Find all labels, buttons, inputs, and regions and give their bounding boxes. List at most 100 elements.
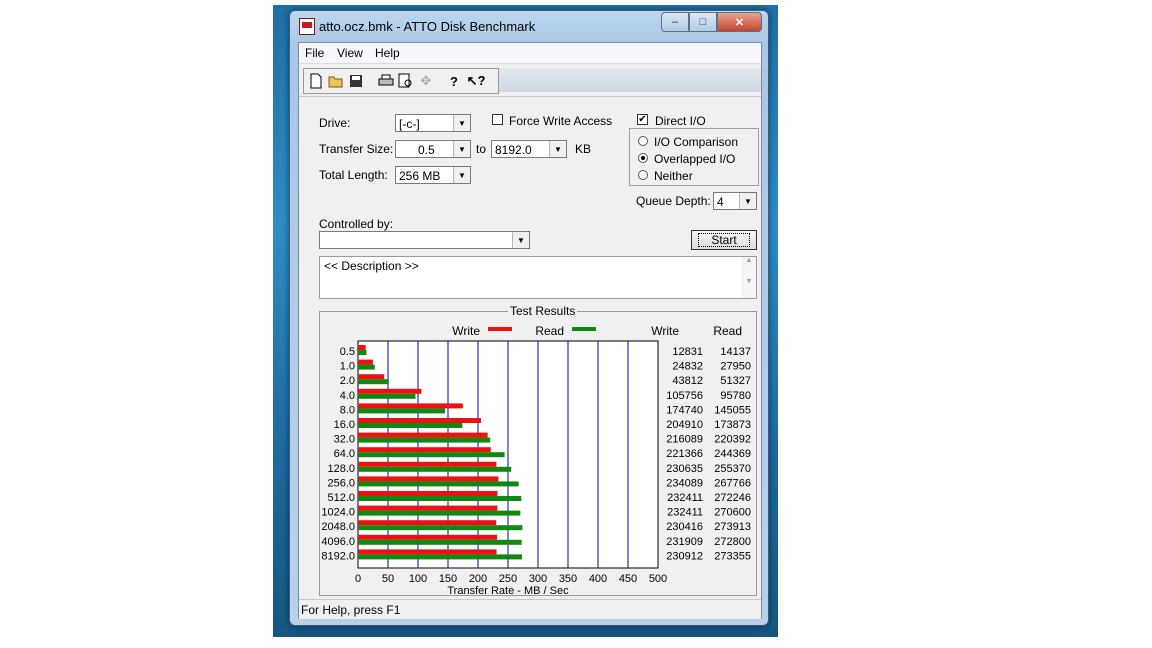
read-bar [358, 423, 463, 428]
menu-file[interactable]: File [305, 46, 324, 60]
transfer-to-value: 8192.0 [495, 143, 532, 157]
write-bar [358, 505, 498, 511]
write-bar [358, 461, 497, 467]
row-label: 0.5 [340, 346, 355, 358]
help-icon[interactable]: ? [444, 71, 464, 91]
transfer-from-select[interactable]: 0.5 ▼ [395, 140, 471, 158]
overlapped-io-label[interactable]: Overlapped I/O [654, 152, 735, 166]
read-value: 27950 [720, 361, 751, 373]
start-button[interactable]: Start [691, 230, 757, 250]
drive-value: [-c-] [399, 117, 420, 131]
read-value: 267766 [714, 477, 751, 489]
neither-radio[interactable] [638, 170, 648, 180]
write-value: 174740 [666, 404, 703, 416]
read-value: 145055 [714, 404, 751, 416]
chevron-down-icon[interactable]: ▼ [453, 141, 470, 157]
chevron-down-icon[interactable]: ▼ [453, 167, 470, 183]
write-bar [358, 476, 499, 482]
write-bar [358, 345, 366, 350]
legend-read-label: Read [535, 324, 564, 338]
read-value: 220392 [714, 434, 751, 446]
read-value: 273913 [714, 521, 751, 533]
app-icon[interactable] [299, 18, 315, 35]
kb-label: KB [575, 142, 592, 156]
test-results-group: Test Results Write Read Write Read 0.5 12831 1… [319, 304, 757, 596]
transfer-size-label: Transfer Size: [319, 142, 394, 156]
row-label: 1024.0 [321, 507, 355, 519]
status-text: For Help, press F1 [301, 603, 401, 617]
io-comparison-label[interactable]: I/O Comparison [654, 135, 738, 149]
controlled-by-select[interactable]: ▼ [319, 231, 530, 249]
force-write-checkbox[interactable] [492, 114, 503, 125]
chevron-down-icon[interactable]: ▼ [512, 232, 529, 248]
x-tick-label: 0 [355, 573, 361, 585]
legend-write-label: Write [452, 324, 480, 338]
chevron-down-icon[interactable]: ▼ [739, 193, 756, 209]
direct-io-checkbox[interactable]: ✔ [637, 114, 648, 125]
read-bar [358, 379, 389, 385]
read-value: 95780 [720, 390, 751, 402]
total-length-select[interactable]: 256 MB ▼ [395, 166, 471, 184]
row-label: 8192.0 [321, 550, 355, 562]
menu-help[interactable]: Help [375, 46, 400, 60]
write-bar [358, 491, 498, 496]
write-value: 230912 [666, 550, 703, 562]
title-bar[interactable]: atto.ocz.bmk - ATTO Disk Benchmark ‒ □ ✕ [290, 11, 768, 41]
description-text: << Description >> [324, 259, 419, 273]
read-bar [358, 437, 491, 443]
description-field[interactable]: << Description >> ▲ ▼ [319, 256, 757, 299]
open-icon[interactable] [326, 71, 346, 91]
read-value: 244369 [714, 448, 751, 460]
x-axis-label: Transfer Rate - MB / Sec [447, 585, 569, 595]
save-icon[interactable] [346, 71, 366, 91]
queue-depth-value: 4 [717, 195, 724, 209]
write-bar [358, 432, 488, 438]
write-value: 221366 [666, 448, 703, 460]
transfer-from-value: 0.5 [418, 143, 435, 157]
write-bar [358, 388, 422, 394]
row-label: 32.0 [334, 434, 355, 446]
print-icon[interactable] [376, 71, 396, 91]
row-label: 4096.0 [321, 536, 355, 548]
io-comparison-radio[interactable] [638, 136, 648, 146]
write-bar [358, 447, 491, 453]
chevron-down-icon[interactable]: ▼ [453, 115, 470, 131]
chevron-down-icon[interactable]: ▼ [549, 141, 566, 157]
total-length-label: Total Length: [319, 168, 388, 182]
queue-depth-label: Queue Depth: [636, 194, 711, 208]
read-value: 255370 [714, 463, 751, 475]
x-tick-label: 400 [589, 573, 607, 585]
read-bar [358, 496, 522, 501]
overlapped-io-radio[interactable] [638, 153, 648, 163]
transfer-to-select[interactable]: 8192.0 ▼ [491, 140, 567, 158]
neither-label[interactable]: Neither [654, 169, 693, 183]
drive-select[interactable]: [-c-] ▼ [395, 114, 471, 132]
read-value: 273355 [714, 550, 751, 562]
print-preview-icon[interactable] [396, 71, 416, 91]
write-value: 230635 [666, 463, 703, 475]
new-icon[interactable] [306, 71, 326, 91]
description-scrollbar[interactable]: ▲ ▼ [742, 257, 756, 298]
read-value: 272246 [714, 492, 751, 504]
minimize-button[interactable]: ‒ [661, 12, 689, 32]
queue-depth-select[interactable]: 4 ▼ [713, 192, 757, 210]
direct-io-label[interactable]: Direct I/O [655, 114, 706, 128]
column-header-write: Write [651, 324, 679, 338]
read-value: 270600 [714, 507, 751, 519]
write-value: 24832 [672, 361, 703, 373]
drive-label: Drive: [319, 116, 351, 130]
write-value: 12831 [672, 346, 703, 358]
close-button[interactable]: ✕ [717, 12, 762, 32]
read-bar [358, 452, 505, 458]
row-label: 256.0 [327, 477, 355, 489]
x-tick-label: 50 [382, 573, 394, 585]
maximize-button[interactable]: □ [689, 12, 717, 32]
total-length-value: 256 MB [399, 169, 441, 183]
column-header-read: Read [713, 324, 742, 338]
x-tick-label: 100 [409, 573, 427, 585]
write-value: 43812 [672, 375, 703, 387]
move-icon[interactable]: ✥ [416, 71, 436, 91]
force-write-label[interactable]: Force Write Access [509, 114, 612, 128]
context-help-icon[interactable]: ↖? [466, 71, 486, 91]
menu-view[interactable]: View [337, 46, 363, 60]
